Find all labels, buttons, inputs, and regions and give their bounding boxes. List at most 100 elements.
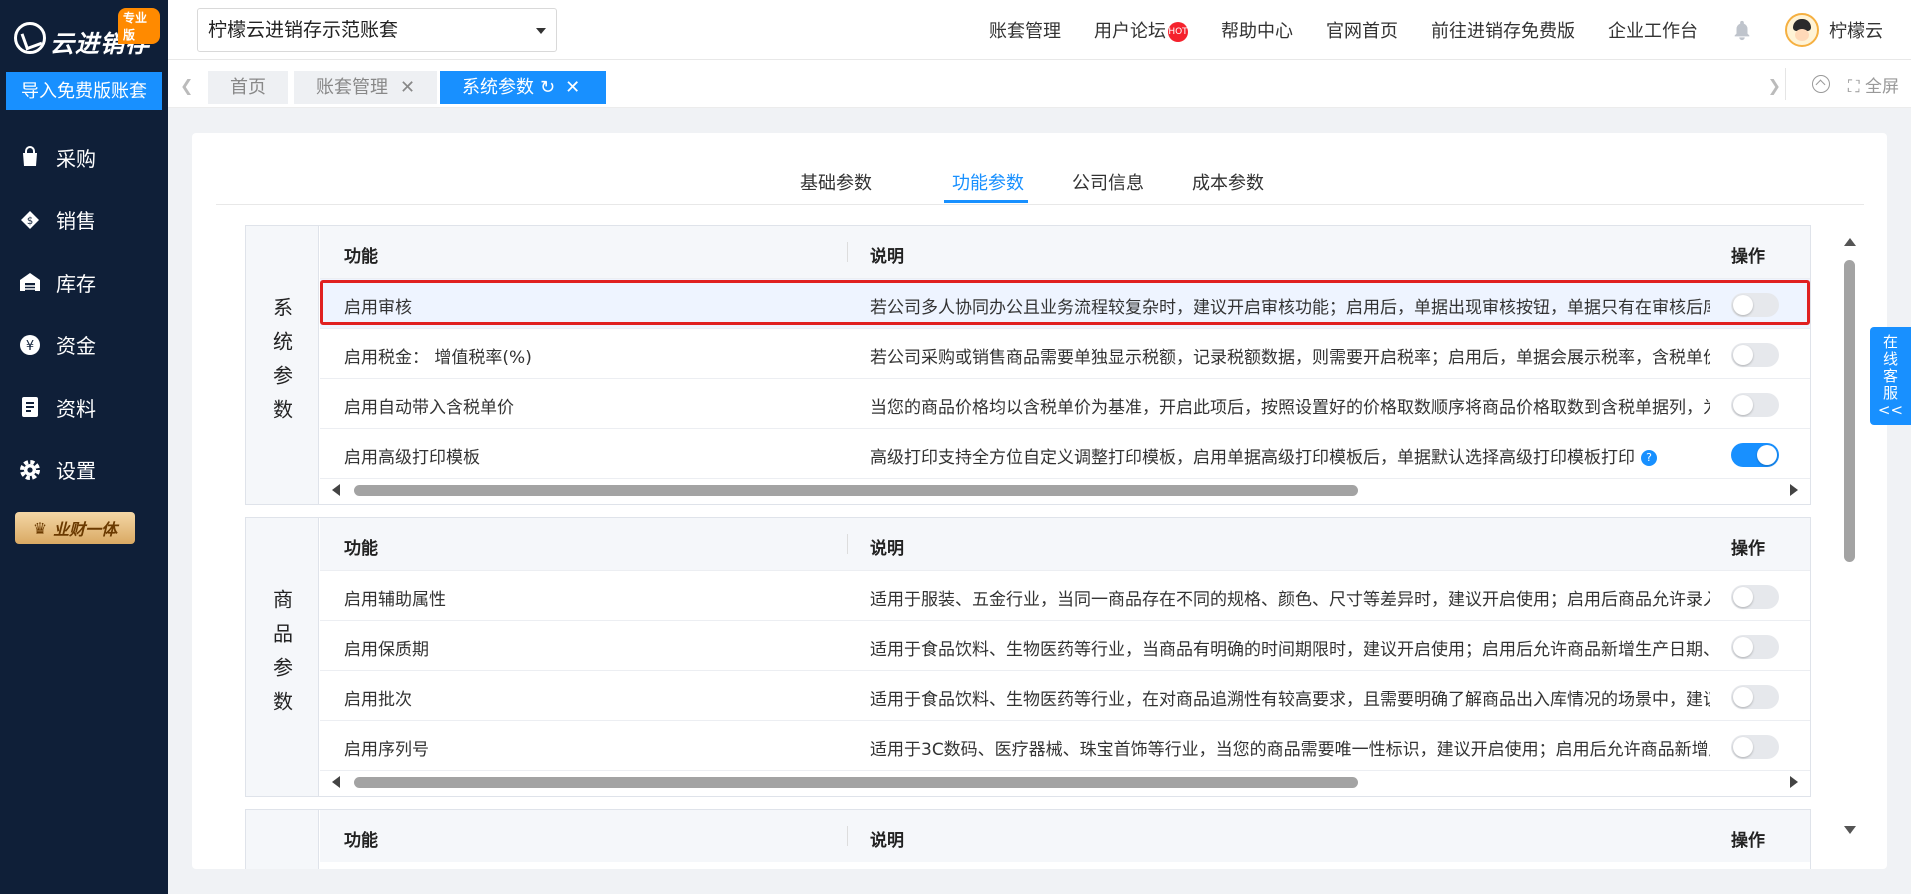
row-description: 适用于服装、五金行业，当同一商品存在不同的规格、颜色、尺寸等差异时，建议开启使用… <box>870 590 1710 610</box>
forum-label: 用户论坛 <box>1094 21 1166 42</box>
link-help-center[interactable]: 帮助中心 <box>1221 17 1293 43</box>
enable-tax-toggle[interactable] <box>1731 343 1779 367</box>
avatar[interactable] <box>1785 13 1819 47</box>
sidebar-item-data[interactable]: 资料 <box>0 376 168 439</box>
close-icon[interactable]: ✕ <box>565 77 580 98</box>
import-free-account-button[interactable]: 导入免费版账套 <box>6 72 162 110</box>
subtab-cost[interactable]: 成本参数 <box>1192 169 1264 195</box>
sidebar-item-sales[interactable]: $ 销售 <box>0 189 168 252</box>
row-description: 适用于食品饮料、生物医药等行业，在对商品追溯性有较高要求，且需要明确了解商品出入… <box>870 690 1710 710</box>
enable-audit-toggle[interactable] <box>1731 293 1779 317</box>
scroll-down-icon[interactable] <box>1844 826 1856 834</box>
top-links: 账套管理 用户论坛 HOT 帮助中心 官网首页 前往进销存免费版 企业工作台 柠檬… <box>989 0 1911 60</box>
scroll-up-icon[interactable] <box>1844 238 1856 246</box>
sidebar-item-purchase[interactable]: 采购 <box>0 126 168 189</box>
tab-label: 系统参数 <box>462 77 534 98</box>
tab-account-management[interactable]: 账套管理 ✕ <box>294 71 438 104</box>
col-description: 说明 <box>870 247 904 267</box>
row-description: 若公司采购或销售商品需要单独显示税额，记录税额数据，则需要开启税率；启用后，单据… <box>870 348 1710 368</box>
tab-scroll-right-icon[interactable]: ❯ <box>1768 76 1781 95</box>
tab-home[interactable]: 首页 <box>208 71 288 104</box>
table-header: 功能 说明 操作 <box>320 226 1810 278</box>
link-official-site[interactable]: 官网首页 <box>1326 17 1398 43</box>
section-label <box>246 810 319 869</box>
batch-toggle[interactable] <box>1731 685 1779 709</box>
sidebar-item-inventory[interactable]: 库存 <box>0 251 168 314</box>
username[interactable]: 柠檬云 <box>1829 17 1883 43</box>
collapse-up-icon[interactable] <box>1811 75 1830 93</box>
warehouse-icon <box>18 270 42 294</box>
col-description: 说明 <box>870 539 904 559</box>
sidebar-item-funds[interactable]: ¥ 资金 <box>0 314 168 377</box>
online-service-button[interactable]: 在 线 客 服 << <box>1870 327 1911 425</box>
divider <box>847 534 848 554</box>
yuan-coin-icon: ¥ <box>18 333 42 357</box>
document-icon <box>18 395 42 419</box>
sidebar: 云进销存 专业版 导入免费版账套 采购 $ 销售 库存 ¥ 资金 资料 设置 ♛… <box>0 0 168 894</box>
row-function: 启用辅助属性 <box>344 590 446 610</box>
subtab-function[interactable]: 功能参数 <box>952 169 1024 195</box>
vertical-scrollbar[interactable] <box>1840 230 1860 845</box>
subtab-company[interactable]: 公司信息 <box>1072 169 1144 195</box>
auto-tax-price-toggle[interactable] <box>1731 393 1779 417</box>
account-set-select[interactable]: 柠檬云进销存示范账套 <box>197 8 557 52</box>
sidebar-item-label: 销售 <box>56 209 96 234</box>
link-free-edition[interactable]: 前往进销存免费版 <box>1431 17 1575 43</box>
link-account-management[interactable]: 账套管理 <box>989 17 1061 43</box>
bell-icon[interactable] <box>1731 18 1753 42</box>
table-header: 功能 说明 操作 <box>320 810 1810 862</box>
table-row: 启用批次 适用于食品饮料、生物医药等行业，在对商品追溯性有较高要求，且需要明确了… <box>320 670 1810 720</box>
scroll-right-icon[interactable] <box>1790 484 1798 496</box>
fullscreen-button[interactable]: ⛶ 全屏 <box>1848 72 1899 97</box>
link-user-forum[interactable]: 用户论坛 HOT <box>1094 17 1188 43</box>
col-function: 功能 <box>344 539 378 559</box>
horizontal-scrollbar[interactable] <box>320 770 1810 792</box>
row-description: 高级打印支持全方位自定义调整打印模板，启用单据高级打印模板后，单据默认选择高级打… <box>870 443 1710 468</box>
service-char: 客 <box>1882 366 1898 385</box>
service-char: 在 <box>1882 332 1898 351</box>
serial-number-toggle[interactable] <box>1731 735 1779 759</box>
scroll-thumb[interactable] <box>354 485 1358 496</box>
row-function: 启用保质期 <box>344 640 429 660</box>
tab-scroll-left-icon[interactable]: ❮ <box>180 76 193 95</box>
divider <box>847 242 848 262</box>
scroll-thumb[interactable] <box>1844 260 1855 562</box>
sidebar-item-settings[interactable]: 设置 <box>0 439 168 502</box>
table-row: 启用辅助属性 适用于服装、五金行业，当同一商品存在不同的规格、颜色、尺寸等差异时… <box>320 570 1810 620</box>
logo[interactable]: 云进销存 专业版 <box>10 8 160 58</box>
scroll-right-icon[interactable] <box>1790 776 1798 788</box>
sidebar-item-label: 采购 <box>56 146 96 171</box>
table-row: 启用税金： 增值税率(%) 若公司采购或销售商品需要单独显示税额，记录税额数据，… <box>320 328 1810 378</box>
link-enterprise-workbench[interactable]: 企业工作台 <box>1608 17 1698 43</box>
active-subtab-indicator <box>944 200 1028 203</box>
service-char: 线 <box>1882 349 1898 368</box>
scroll-left-icon[interactable] <box>332 484 340 496</box>
sidebar-item-label: 资金 <box>56 334 96 359</box>
table-row: 启用审核 若公司多人协同办公且业务流程较复杂时，建议开启审核功能；启用后，单据出… <box>320 278 1810 328</box>
tab-label: 账套管理 <box>316 77 388 98</box>
advanced-print-toggle[interactable] <box>1731 443 1779 467</box>
account-set-value: 柠檬云进销存示范账套 <box>208 19 399 41</box>
table-row: 启用高级打印模板 高级打印支持全方位自定义调整打印模板，启用单据高级打印模板后，… <box>320 428 1810 478</box>
top-header: 柠檬云进销存示范账套 账套管理 用户论坛 HOT 帮助中心 官网首页 前往进销存免… <box>168 0 1911 60</box>
scroll-left-icon[interactable] <box>332 776 340 788</box>
service-expand: << <box>1877 400 1904 419</box>
sidebar-item-label: 设置 <box>56 459 96 484</box>
help-icon[interactable]: ? <box>1641 450 1657 466</box>
divider <box>1785 68 1786 100</box>
bag-icon <box>18 145 42 169</box>
fullscreen-icon: ⛶ <box>1847 76 1865 97</box>
refresh-icon[interactable]: ↻ <box>540 77 555 98</box>
subtab-basic[interactable]: 基础参数 <box>800 169 872 195</box>
scroll-thumb[interactable] <box>354 777 1358 788</box>
business-finance-badge[interactable]: ♛ 业财一体 <box>15 512 135 544</box>
shelf-life-toggle[interactable] <box>1731 635 1779 659</box>
row-function: 启用序列号 <box>344 740 429 760</box>
horizontal-scrollbar[interactable] <box>320 478 1810 500</box>
edition-badge: 专业版 <box>118 8 160 44</box>
close-icon[interactable]: ✕ <box>400 77 415 98</box>
logo-icon <box>14 22 46 54</box>
col-operation: 操作 <box>1731 247 1765 267</box>
tab-system-params[interactable]: 系统参数 ↻ ✕ <box>440 71 606 104</box>
aux-attribute-toggle[interactable] <box>1731 585 1779 609</box>
